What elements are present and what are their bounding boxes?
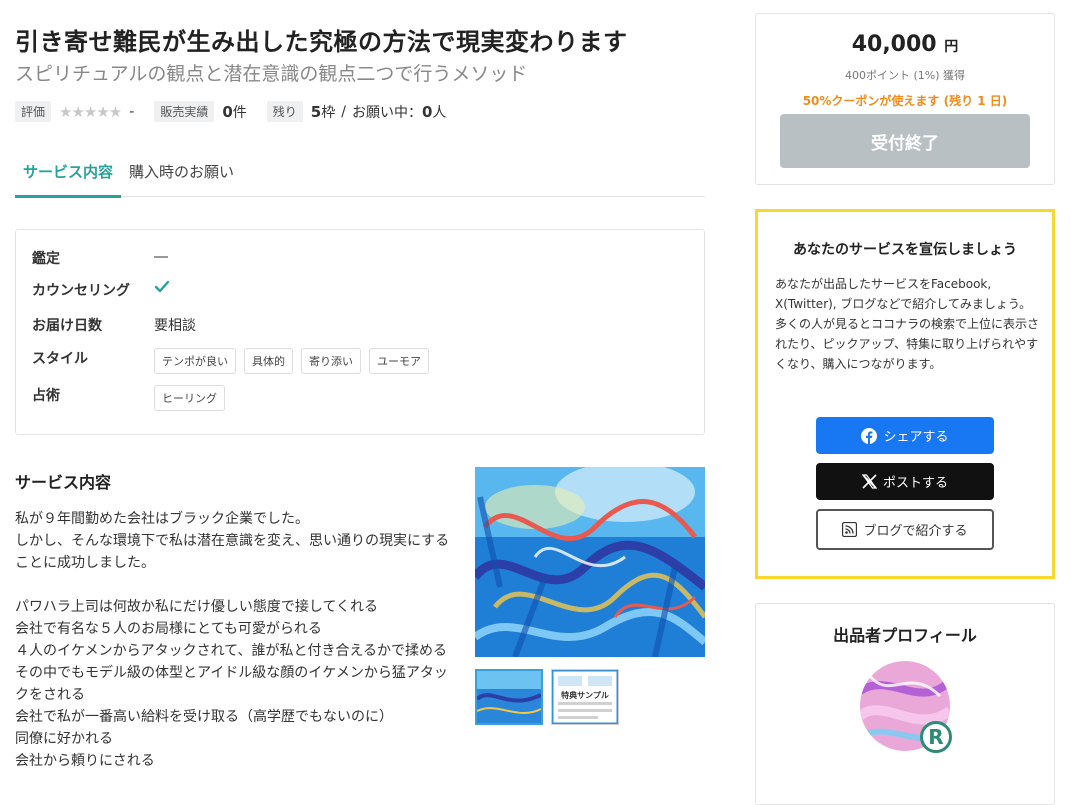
page-subtitle: スピリチュアルの観点と潜在意識の観点二つで行うメソッド [15,63,528,85]
requests-unit: 人 [432,104,447,121]
style-chip: ユーモア [369,348,429,374]
thumbnail-1[interactable] [475,669,543,725]
spec-row-style: スタイル テンポが良い 具体的 寄り添い ユーモア [32,348,437,374]
description-line: 私が９年間勤めた会社はブラック企業でした。 [15,511,309,527]
rating-value: - [129,103,135,120]
spec-row-delivery: お届け日数 要相談 [32,315,196,335]
remaining-unit: 枠 [321,104,336,121]
remaining-count: 5 [310,102,322,121]
star-rating-icon: ★★★★★ [59,102,122,121]
price-value: 40,000 [851,32,937,57]
spec-row-divination: 占術 ヒーリング [32,385,233,411]
spec-label-counseling: カウンセリング [32,283,130,299]
description-line: ４人のイケメンからアタックされて、誰が私と付き合えるかで揉める [15,643,448,659]
sales-unit: 件 [232,104,247,121]
description-line [15,574,455,596]
description-line: 同僚に好かれる [15,731,113,747]
promote-service-box: あなたのサービスを宣伝しましょう あなたが出品したサービスをFacebook, … [755,209,1055,579]
profile-title: 出品者プロフィール [833,626,977,645]
spec-row-appraisal: 鑑定 [32,248,168,268]
spec-label-divination: 占術 [32,388,60,404]
registered-badge-icon: R [920,721,952,753]
thumbnail-2-caption: 特典サンプル [561,691,609,700]
check-icon [154,280,170,293]
description-line: 会社で有名な５人のお局様にとても可愛がられる [15,621,322,637]
service-heading: サービス内容 [15,473,112,492]
description-line: その中でもモデル級の体型とアイドル級な顔のイケメンから猛アタックをされる [15,665,448,703]
service-description: 私が９年間勤めた会社はブラック企業でした。 しかし、そんな環境下で私は潜在意識を… [15,508,455,772]
service-main-image[interactable] [475,467,705,657]
remaining-label: 残り [266,101,303,122]
style-chip: テンポが良い [154,348,236,374]
spec-row-counseling: カウンセリング [32,280,170,300]
description-line: 会社から頼りにされる [15,753,155,769]
sales-count: 0 [222,102,233,121]
service-meta: 評価 ★★★★★ - 販売実績 0 件 残り 5 枠 / お願い中： 0 人 [15,101,446,122]
meta-separator: / [341,103,346,120]
requests-label: お願い中： [351,104,422,121]
sales-label: 販売実績 [154,101,215,122]
blog-share-button[interactable]: ブログで紹介する [816,509,994,550]
description-line: 会社で私が一番高い給料を受け取る（高学歴でもないのに） [15,709,393,725]
dash-icon [154,256,168,258]
blog-share-label: ブログで紹介する [863,524,968,539]
spec-table: 鑑定 カウンセリング お届け日数 要相談 スタイル テンポが良い 具体的 寄り添… [15,229,705,435]
closed-button[interactable]: 受付終了 [780,114,1030,168]
facebook-icon [861,427,878,444]
description-line: しかし、そんな環境下で私は潜在意識を変え、思い通りの現実にすることに成功しました… [15,533,450,571]
points-earned: 400ポイント (1%) 獲得 [844,69,966,82]
promo-paragraph: 多くの人が見るとココナラの検索で上位に表示されたり、ピックアップ、特集に取り上げ… [775,317,1040,371]
facebook-share-button[interactable]: シェアする [816,417,994,454]
price-currency: 円 [944,39,959,55]
coupon-notice: 50%クーポンが使えます (残り 1 日) [802,94,1008,108]
spec-label-appraisal: 鑑定 [32,251,60,267]
rss-icon [842,522,858,537]
style-chip: 具体的 [244,348,293,374]
promo-paragraph: あなたが出品したサービスをFacebook, X(Twitter), ブログなど… [775,277,1032,311]
tab-purchase-request[interactable]: 購入時のお願い [129,161,234,182]
x-post-button[interactable]: ポストする [816,463,994,500]
thumbnail-2[interactable]: 特典サンプル [551,669,619,725]
promo-description: あなたが出品したサービスをFacebook, X(Twitter), ブログなど… [775,274,1041,374]
tab-bar: サービス内容 購入時のお願い [15,148,705,198]
divination-chip: ヒーリング [154,385,225,411]
tab-service-content[interactable]: サービス内容 [15,161,121,198]
spec-label-delivery: お届け日数 [32,318,102,334]
spec-label-style: スタイル [32,351,88,367]
rating-label: 評価 [15,101,52,122]
x-post-label: ポストする [882,476,948,491]
seller-profile: 出品者プロフィール R [755,603,1055,805]
requests-count: 0 [421,102,433,121]
purchase-box: 40,000 円 400ポイント (1%) 獲得 50%クーポンが使えます (残… [755,13,1055,185]
page-title: 引き寄せ難民が生み出した究極の方法で現実変わります [15,28,628,56]
style-chip: 寄り添い [301,348,361,374]
facebook-share-label: シェアする [883,430,949,445]
spec-value-delivery: 要相談 [154,318,196,334]
price: 40,000 円 [756,32,1054,57]
description-line: パワハラ上司は何故か私にだけ優しい態度で接してくれる [15,599,379,615]
promo-title: あなたのサービスを宣伝しましょう [793,242,1017,258]
x-icon [861,474,877,489]
